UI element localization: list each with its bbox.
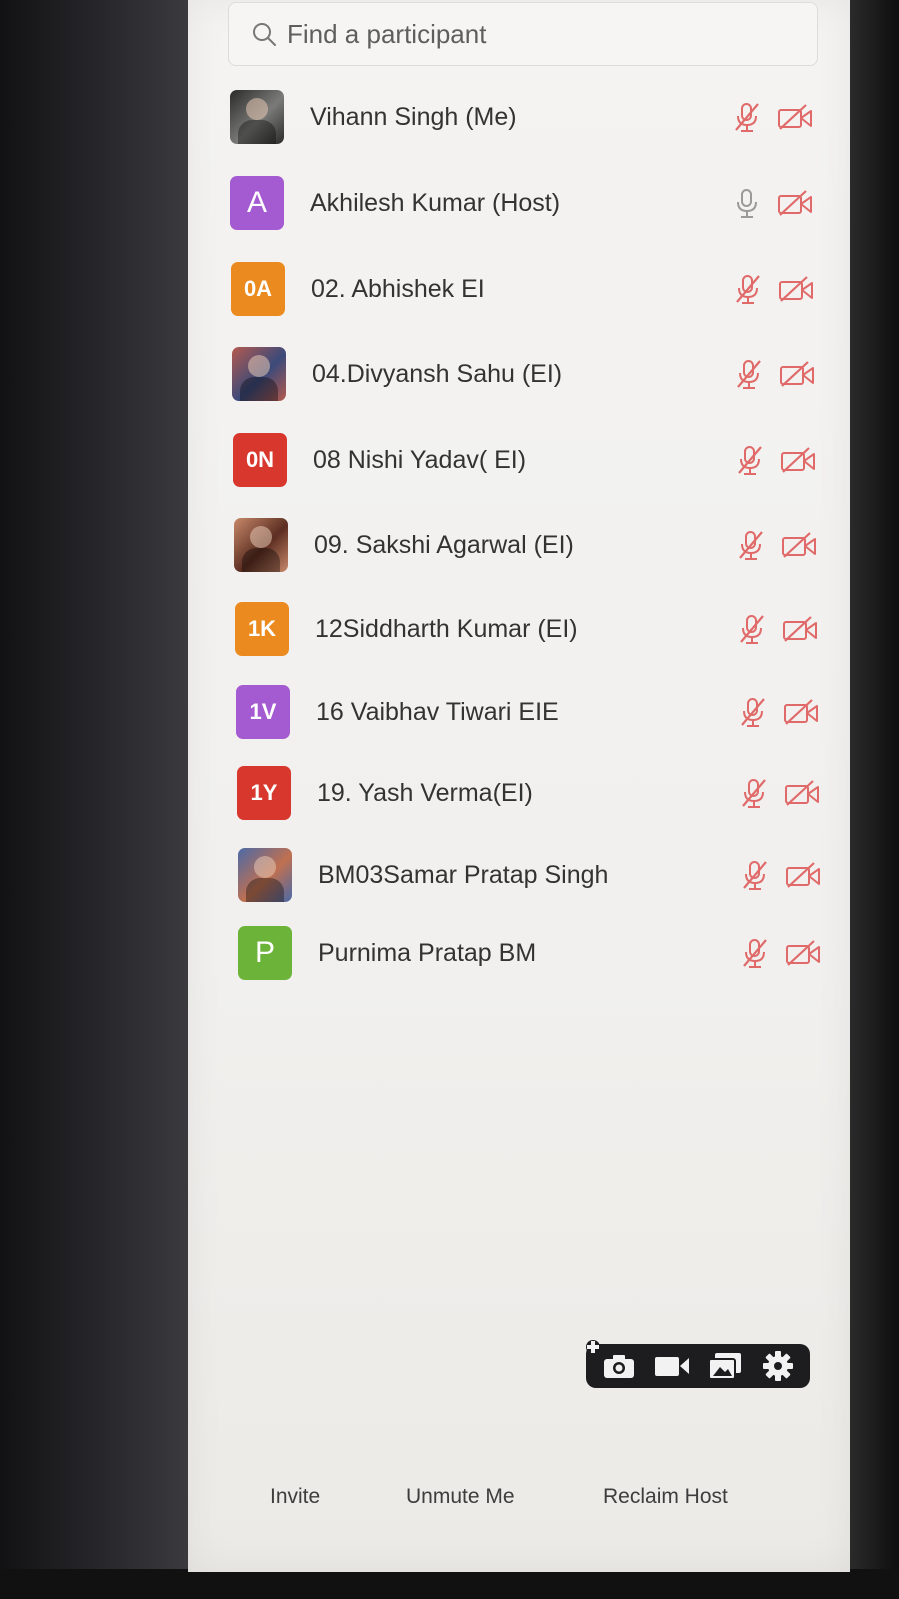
- participant-status-icons: [739, 777, 821, 809]
- video-off-icon: [784, 860, 822, 890]
- participants-panel: Vihann Singh (Me) A Akhilesh Kumar (Host) 0…: [188, 0, 850, 1572]
- avatar-photo-body: [246, 878, 284, 902]
- video-camera-icon[interactable]: [652, 1350, 692, 1382]
- participant-name: Vihann Singh (Me): [310, 102, 517, 131]
- participant-row[interactable]: 0N 08 Nishi Yadav( EI): [233, 430, 823, 490]
- participant-status-icons: [737, 613, 819, 645]
- video-off-icon: [776, 102, 814, 132]
- video-off-icon: [782, 697, 820, 727]
- video-off-icon: [780, 530, 818, 560]
- mic-muted-icon: [732, 101, 762, 133]
- video-off-icon: [783, 778, 821, 808]
- video-off-icon: [777, 274, 815, 304]
- participant-name: BM03Samar Pratap Singh: [318, 860, 609, 889]
- video-off-icon: [779, 445, 817, 475]
- participant-name: 12Siddharth Kumar (EI): [315, 614, 578, 643]
- participant-name: Akhilesh Kumar (Host): [310, 188, 561, 217]
- avatar: 1K: [235, 602, 289, 656]
- mic-muted-icon: [733, 273, 763, 305]
- avatar: 0A: [231, 262, 285, 316]
- participant-row[interactable]: 1K 12Siddharth Kumar (EI): [235, 599, 825, 659]
- video-off-icon: [781, 614, 819, 644]
- participant-name: 08 Nishi Yadav( EI): [313, 445, 527, 474]
- mic-muted-icon: [740, 937, 770, 969]
- mic-muted-icon: [734, 358, 764, 390]
- participant-status-icons: [732, 187, 814, 219]
- mic-muted-icon: [735, 444, 765, 476]
- participant-status-icons: [740, 859, 822, 891]
- floating-toolbar: [586, 1340, 810, 1388]
- avatar-photo: [248, 355, 270, 377]
- avatar: [238, 848, 292, 902]
- mic-muted-icon: [740, 859, 770, 891]
- participant-name: Purnima Pratap BM: [318, 938, 537, 967]
- gear-icon[interactable]: [758, 1350, 798, 1382]
- participant-name: 16 Vaibhav Tiwari EIE: [316, 697, 559, 726]
- avatar: A: [230, 176, 284, 230]
- avatar: [234, 518, 288, 572]
- avatar: [230, 90, 284, 144]
- participant-row[interactable]: BM03Samar Pratap Singh: [238, 845, 828, 905]
- avatar-photo: [246, 98, 268, 120]
- avatar-photo-body: [238, 120, 276, 144]
- participant-row[interactable]: 09. Sakshi Agarwal (EI): [234, 515, 824, 575]
- participant-row[interactable]: 0A 02. Abhishek EI: [231, 259, 821, 319]
- avatar: [232, 347, 286, 401]
- participant-row[interactable]: 1V 16 Vaibhav Tiwari EIE: [236, 682, 826, 742]
- mic-muted-icon: [737, 613, 767, 645]
- monitor-bezel-left: [0, 0, 190, 1599]
- participant-row[interactable]: P Purnima Pratap BM: [238, 923, 828, 983]
- participant-status-icons: [736, 529, 818, 561]
- avatar: 1Y: [237, 766, 291, 820]
- participant-name: 04.Divyansh Sahu (EI): [312, 359, 563, 388]
- participant-name: 09. Sakshi Agarwal (EI): [314, 530, 574, 559]
- mic-muted-icon: [736, 529, 766, 561]
- monitor-bezel-bottom: [0, 1569, 899, 1599]
- participant-status-icons: [740, 937, 822, 969]
- participant-row[interactable]: 04.Divyansh Sahu (EI): [232, 344, 822, 404]
- avatar-photo-body: [240, 377, 278, 401]
- search-input[interactable]: [285, 17, 769, 51]
- video-off-icon: [778, 359, 816, 389]
- mic-icon: [732, 187, 762, 219]
- participant-status-icons: [738, 696, 820, 728]
- avatar: P: [238, 926, 292, 980]
- participant-row[interactable]: Vihann Singh (Me): [230, 87, 820, 147]
- reclaim-host-button[interactable]: Reclaim Host: [603, 1485, 728, 1509]
- gallery-icon[interactable]: [705, 1350, 745, 1382]
- video-off-icon: [776, 188, 814, 218]
- avatar-photo: [250, 526, 272, 548]
- video-off-icon: [784, 938, 822, 968]
- mic-muted-icon: [738, 696, 768, 728]
- participant-name: 02. Abhishek EI: [311, 274, 485, 303]
- invite-button[interactable]: Invite: [270, 1485, 320, 1509]
- participant-row[interactable]: A Akhilesh Kumar (Host): [230, 173, 820, 233]
- pin-icon[interactable]: [584, 1338, 602, 1356]
- avatar-photo: [254, 856, 276, 878]
- avatar: 1V: [236, 685, 290, 739]
- participant-row[interactable]: 1Y 19. Yash Verma(EI): [237, 763, 827, 823]
- camera-icon[interactable]: [599, 1350, 639, 1382]
- participant-status-icons: [733, 273, 815, 305]
- monitor-bezel-right: [847, 0, 899, 1599]
- avatar: 0N: [233, 433, 287, 487]
- search-box[interactable]: [228, 2, 818, 66]
- participant-status-icons: [734, 358, 816, 390]
- unmute-me-button[interactable]: Unmute Me: [406, 1485, 515, 1509]
- participant-status-icons: [732, 101, 814, 133]
- participant-status-icons: [735, 444, 817, 476]
- avatar-photo-body: [242, 548, 280, 572]
- search-icon: [253, 23, 276, 46]
- participant-name: 19. Yash Verma(EI): [317, 778, 533, 807]
- mic-muted-icon: [739, 777, 769, 809]
